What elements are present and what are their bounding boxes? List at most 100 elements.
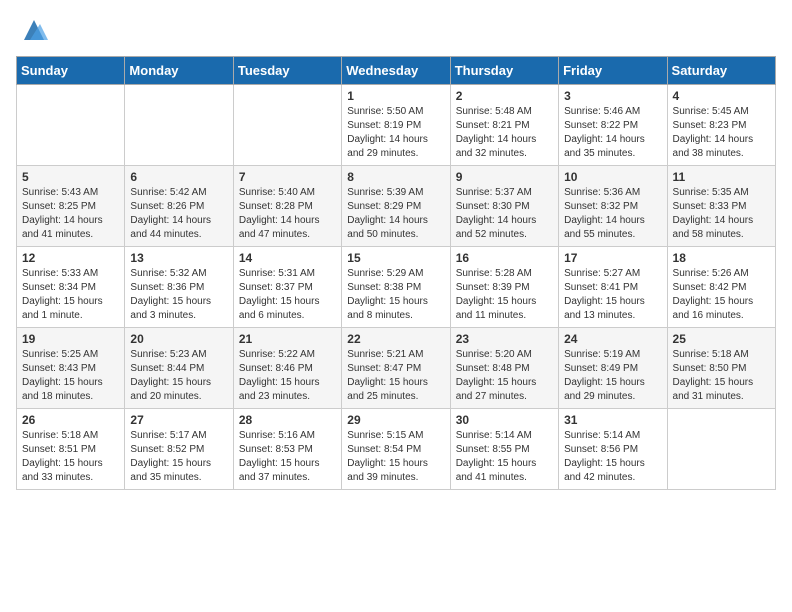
day-info: Sunrise: 5:14 AM Sunset: 8:56 PM Dayligh… [564, 429, 661, 485]
day-number: 11 [673, 170, 770, 184]
day-info: Sunrise: 5:50 AM Sunset: 8:19 PM Dayligh… [347, 105, 444, 161]
calendar-empty-cell [233, 85, 341, 166]
calendar-day-13: 13 Sunrise: 5:32 AM Sunset: 8:36 PM Dayli… [125, 247, 233, 328]
calendar-header-tuesday: Tuesday [233, 57, 341, 85]
calendar-header-thursday: Thursday [450, 57, 558, 85]
day-number: 8 [347, 170, 444, 184]
day-number: 27 [130, 413, 227, 427]
page-header [16, 16, 776, 44]
day-info: Sunrise: 5:18 AM Sunset: 8:51 PM Dayligh… [22, 429, 119, 485]
day-info: Sunrise: 5:25 AM Sunset: 8:43 PM Dayligh… [22, 348, 119, 404]
calendar-day-21: 21 Sunrise: 5:22 AM Sunset: 8:46 PM Dayli… [233, 328, 341, 409]
calendar-day-2: 2 Sunrise: 5:48 AM Sunset: 8:21 PM Daylig… [450, 85, 558, 166]
day-info: Sunrise: 5:36 AM Sunset: 8:32 PM Dayligh… [564, 186, 661, 242]
day-info: Sunrise: 5:14 AM Sunset: 8:55 PM Dayligh… [456, 429, 553, 485]
day-number: 29 [347, 413, 444, 427]
day-info: Sunrise: 5:42 AM Sunset: 8:26 PM Dayligh… [130, 186, 227, 242]
day-info: Sunrise: 5:35 AM Sunset: 8:33 PM Dayligh… [673, 186, 770, 242]
day-number: 17 [564, 251, 661, 265]
logo-icon [20, 16, 48, 44]
calendar-day-23: 23Sunrise: 5:20 AM Sunset: 8:48 PM Dayli… [450, 328, 558, 409]
day-number: 4 [673, 89, 770, 103]
day-number: 26 [22, 413, 119, 427]
day-number: 24 [564, 332, 661, 346]
day-number: 1 [347, 89, 444, 103]
calendar-day-11: 11 Sunrise: 5:35 AM Sunset: 8:33 PM Dayli… [667, 166, 775, 247]
calendar-day-12: 12Sunrise: 5:33 AM Sunset: 8:34 PM Dayli… [17, 247, 125, 328]
calendar-header-saturday: Saturday [667, 57, 775, 85]
calendar-day-31: 31 Sunrise: 5:14 AM Sunset: 8:56 PM Dayli… [559, 409, 667, 490]
calendar-header-row: SundayMondayTuesdayWednesdayThursdayFrid… [17, 57, 776, 85]
day-info: Sunrise: 5:27 AM Sunset: 8:41 PM Dayligh… [564, 267, 661, 323]
day-info: Sunrise: 5:29 AM Sunset: 8:38 PM Dayligh… [347, 267, 444, 323]
day-number: 22 [347, 332, 444, 346]
calendar-day-9: 9 Sunrise: 5:37 AM Sunset: 8:30 PM Daylig… [450, 166, 558, 247]
day-info: Sunrise: 5:26 AM Sunset: 8:42 PM Dayligh… [673, 267, 770, 323]
day-number: 25 [673, 332, 770, 346]
calendar-day-17: 17 Sunrise: 5:27 AM Sunset: 8:41 PM Dayli… [559, 247, 667, 328]
calendar-day-18: 18 Sunrise: 5:26 AM Sunset: 8:42 PM Dayli… [667, 247, 775, 328]
calendar-day-27: 27 Sunrise: 5:17 AM Sunset: 8:52 PM Dayli… [125, 409, 233, 490]
calendar-header-sunday: Sunday [17, 57, 125, 85]
day-number: 7 [239, 170, 336, 184]
day-number: 30 [456, 413, 553, 427]
calendar-day-24: 24Sunrise: 5:19 AM Sunset: 8:49 PM Dayli… [559, 328, 667, 409]
calendar-day-29: 29Sunrise: 5:15 AM Sunset: 8:54 PM Dayli… [342, 409, 450, 490]
calendar-week-row: 1 Sunrise: 5:50 AM Sunset: 8:19 PM Daylig… [17, 85, 776, 166]
calendar-table: SundayMondayTuesdayWednesdayThursdayFrid… [16, 56, 776, 490]
day-info: Sunrise: 5:39 AM Sunset: 8:29 PM Dayligh… [347, 186, 444, 242]
day-info: Sunrise: 5:23 AM Sunset: 8:44 PM Dayligh… [130, 348, 227, 404]
calendar-day-5: 5 Sunrise: 5:43 AM Sunset: 8:25 PM Daylig… [17, 166, 125, 247]
day-info: Sunrise: 5:43 AM Sunset: 8:25 PM Dayligh… [22, 186, 119, 242]
day-number: 19 [22, 332, 119, 346]
calendar-day-10: 10 Sunrise: 5:36 AM Sunset: 8:32 PM Dayli… [559, 166, 667, 247]
day-info: Sunrise: 5:17 AM Sunset: 8:52 PM Dayligh… [130, 429, 227, 485]
day-number: 15 [347, 251, 444, 265]
day-number: 3 [564, 89, 661, 103]
day-info: Sunrise: 5:46 AM Sunset: 8:22 PM Dayligh… [564, 105, 661, 161]
calendar-day-16: 16 Sunrise: 5:28 AM Sunset: 8:39 PM Dayli… [450, 247, 558, 328]
calendar-day-20: 20Sunrise: 5:23 AM Sunset: 8:44 PM Dayli… [125, 328, 233, 409]
day-info: Sunrise: 5:28 AM Sunset: 8:39 PM Dayligh… [456, 267, 553, 323]
day-number: 18 [673, 251, 770, 265]
day-number: 2 [456, 89, 553, 103]
calendar-day-25: 25Sunrise: 5:18 AM Sunset: 8:50 PM Dayli… [667, 328, 775, 409]
calendar-day-3: 3 Sunrise: 5:46 AM Sunset: 8:22 PM Daylig… [559, 85, 667, 166]
day-info: Sunrise: 5:16 AM Sunset: 8:53 PM Dayligh… [239, 429, 336, 485]
day-number: 9 [456, 170, 553, 184]
day-info: Sunrise: 5:22 AM Sunset: 8:46 PM Dayligh… [239, 348, 336, 404]
calendar-day-26: 26 Sunrise: 5:18 AM Sunset: 8:51 PM Dayli… [17, 409, 125, 490]
calendar-empty-cell [17, 85, 125, 166]
day-number: 5 [22, 170, 119, 184]
calendar-day-15: 15 Sunrise: 5:29 AM Sunset: 8:38 PM Dayli… [342, 247, 450, 328]
day-number: 21 [239, 332, 336, 346]
calendar-header-friday: Friday [559, 57, 667, 85]
day-number: 28 [239, 413, 336, 427]
day-number: 6 [130, 170, 227, 184]
day-info: Sunrise: 5:31 AM Sunset: 8:37 PM Dayligh… [239, 267, 336, 323]
day-info: Sunrise: 5:32 AM Sunset: 8:36 PM Dayligh… [130, 267, 227, 323]
day-number: 13 [130, 251, 227, 265]
calendar-day-19: 19 Sunrise: 5:25 AM Sunset: 8:43 PM Dayli… [17, 328, 125, 409]
calendar-empty-cell [125, 85, 233, 166]
day-number: 14 [239, 251, 336, 265]
day-info: Sunrise: 5:48 AM Sunset: 8:21 PM Dayligh… [456, 105, 553, 161]
calendar-day-4: 4Sunrise: 5:45 AM Sunset: 8:23 PM Daylig… [667, 85, 775, 166]
calendar-day-8: 8 Sunrise: 5:39 AM Sunset: 8:29 PM Daylig… [342, 166, 450, 247]
day-info: Sunrise: 5:21 AM Sunset: 8:47 PM Dayligh… [347, 348, 444, 404]
day-number: 12 [22, 251, 119, 265]
calendar-week-row: 5 Sunrise: 5:43 AM Sunset: 8:25 PM Daylig… [17, 166, 776, 247]
day-number: 10 [564, 170, 661, 184]
calendar-day-1: 1 Sunrise: 5:50 AM Sunset: 8:19 PM Daylig… [342, 85, 450, 166]
calendar-week-row: 26 Sunrise: 5:18 AM Sunset: 8:51 PM Dayli… [17, 409, 776, 490]
day-number: 31 [564, 413, 661, 427]
day-info: Sunrise: 5:20 AM Sunset: 8:48 PM Dayligh… [456, 348, 553, 404]
day-info: Sunrise: 5:40 AM Sunset: 8:28 PM Dayligh… [239, 186, 336, 242]
calendar-day-6: 6 Sunrise: 5:42 AM Sunset: 8:26 PM Daylig… [125, 166, 233, 247]
calendar-header-wednesday: Wednesday [342, 57, 450, 85]
calendar-day-7: 7 Sunrise: 5:40 AM Sunset: 8:28 PM Daylig… [233, 166, 341, 247]
calendar-week-row: 19 Sunrise: 5:25 AM Sunset: 8:43 PM Dayli… [17, 328, 776, 409]
day-info: Sunrise: 5:37 AM Sunset: 8:30 PM Dayligh… [456, 186, 553, 242]
day-number: 16 [456, 251, 553, 265]
calendar-day-30: 30 Sunrise: 5:14 AM Sunset: 8:55 PM Dayli… [450, 409, 558, 490]
